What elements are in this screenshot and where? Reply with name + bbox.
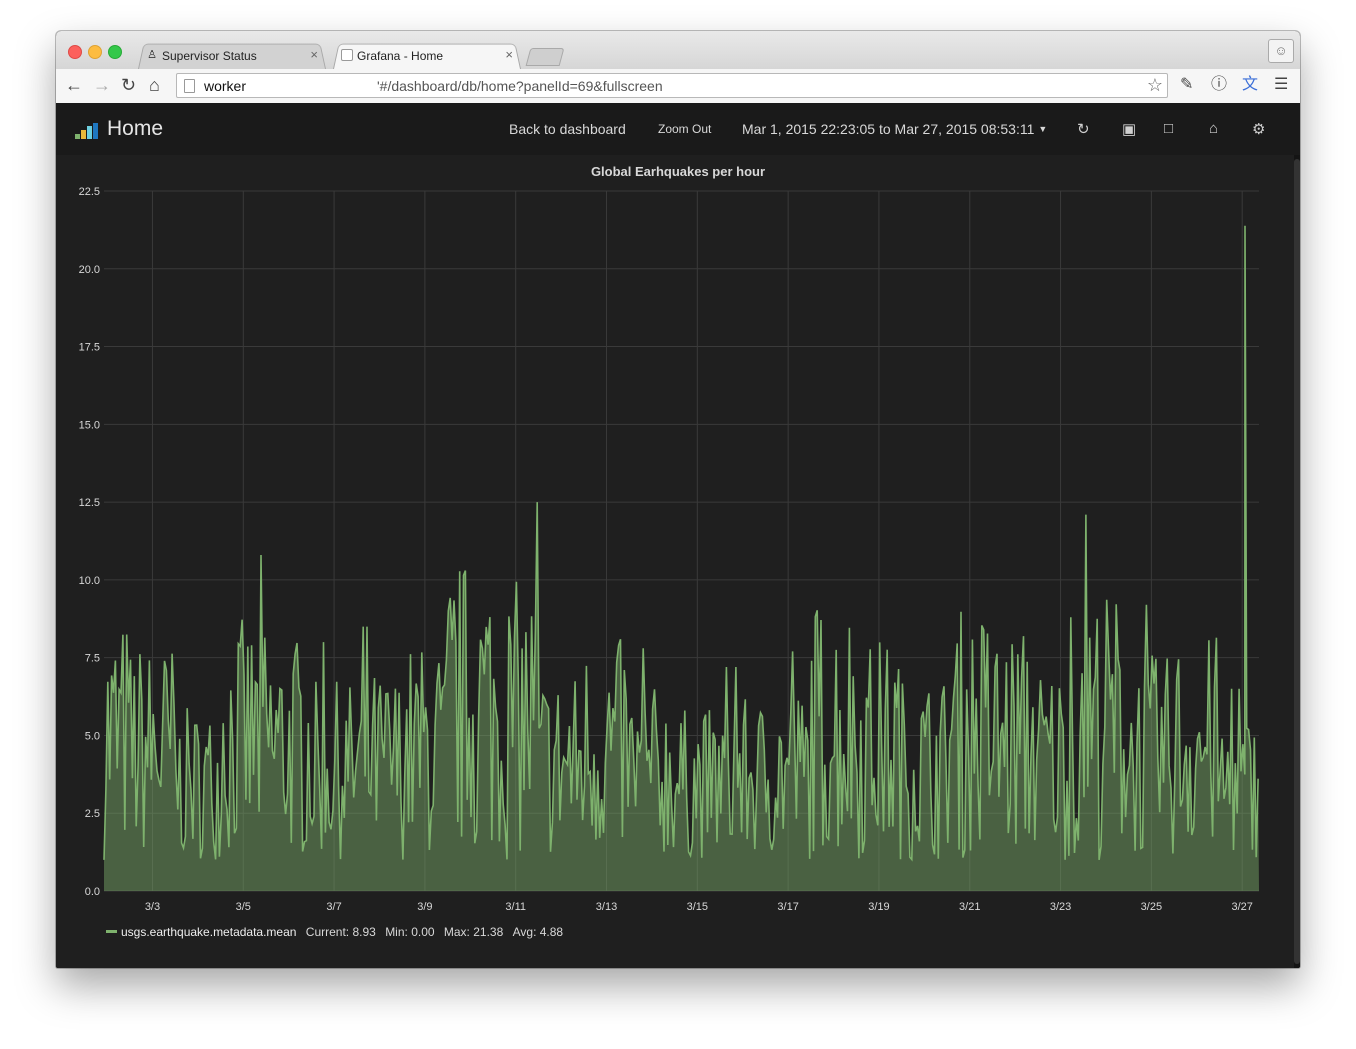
worker-favicon-icon: ♙ (147, 49, 157, 61)
menu-icon[interactable]: ☰ (1274, 75, 1288, 95)
home-icon[interactable]: ⌂ (149, 75, 160, 95)
y-tick-label: 2.5 (85, 808, 100, 820)
x-tick-label: 3/5 (236, 901, 251, 913)
eyedropper-extension-icon[interactable]: ✎ (1180, 75, 1193, 95)
y-tick-label: 5.0 (85, 730, 100, 742)
y-tick-label: 7.5 (85, 653, 100, 665)
grafana-navbar: Home Back to dashboard Zoom Out Mar 1, 2… (56, 103, 1300, 156)
close-tab-icon[interactable]: × (310, 47, 318, 62)
x-tick-label: 3/11 (505, 901, 526, 913)
save-icon[interactable]: ▣ (1122, 120, 1136, 138)
close-window-button[interactable] (68, 45, 82, 59)
x-tick-label: 3/3 (145, 901, 160, 913)
x-tick-label: 3/13 (596, 901, 617, 913)
time-range-picker[interactable]: Mar 1, 2015 22:23:05 to Mar 27, 2015 08:… (742, 121, 1047, 137)
zoom-window-button[interactable] (108, 45, 122, 59)
y-tick-label: 20.0 (79, 264, 100, 276)
legend-min: Min: 0.00 (385, 925, 435, 939)
bookmark-star-icon[interactable]: ☆ (1147, 75, 1163, 96)
y-tick-label: 15.0 (79, 419, 100, 431)
x-tick-label: 3/17 (777, 901, 798, 913)
x-tick-label: 3/27 (1231, 901, 1252, 913)
x-tick-label: 3/21 (959, 901, 980, 913)
settings-gear-icon[interactable]: ⚙ (1252, 120, 1265, 138)
y-tick-label: 17.5 (79, 342, 100, 354)
refresh-icon[interactable]: ↻ (1077, 120, 1090, 138)
x-tick-label: 3/7 (326, 901, 341, 913)
grafana-logo-icon[interactable] (75, 119, 103, 139)
page-icon (184, 79, 195, 93)
home-icon[interactable]: ⌂ (1209, 120, 1218, 137)
close-tab-icon[interactable]: × (505, 47, 513, 62)
caret-down-icon: ▼ (1038, 124, 1048, 134)
y-tick-label: 22.5 (79, 186, 100, 198)
profile-icon[interactable]: ☺ (1268, 39, 1294, 63)
legend-max: Max: 21.38 (443, 925, 504, 939)
legend-avg: Avg: 4.88 (512, 925, 564, 939)
new-tab-button[interactable] (525, 48, 565, 66)
panel-scrollbar[interactable] (1294, 155, 1300, 968)
back-to-dashboard-button[interactable]: Back to dashboard (509, 121, 626, 137)
x-tick-label: 3/25 (1141, 901, 1162, 913)
address-bar[interactable]: worker '#/dashboard/db/home?panelId=69&f… (176, 73, 1168, 98)
x-tick-label: 3/9 (417, 901, 432, 913)
graph-panel: Global Earhquakes per hour 0.0 2.5 5.0 7.5 1… (56, 155, 1294, 968)
forward-arrow-icon[interactable]: → (93, 75, 111, 95)
x-tick-label: 3/15 (687, 901, 708, 913)
series-color-swatch[interactable] (106, 930, 117, 933)
url-path: '#/dashboard/db/home?panelId=69&fullscre… (377, 78, 663, 94)
zoom-out-button[interactable]: Zoom Out (658, 122, 711, 136)
back-arrow-icon[interactable]: ← (65, 75, 83, 95)
earthquake-chart[interactable]: 0.0 2.5 5.0 7.5 10.0 12.5 15.0 17.5 20.0 22.5 3/3 3… (56, 155, 1294, 935)
legend-current: Current: 8.93 (305, 925, 376, 939)
y-tick-label: 10.0 (79, 575, 100, 587)
browser-toolbar: ← → ↻ ⌂ worker '#/dashboard/db/home?pane… (56, 69, 1300, 104)
open-folder-icon[interactable]: □ (1164, 120, 1173, 137)
browser-window: ♙ Supervisor Status × Grafana - Home × ☺… (56, 31, 1300, 968)
dashboard-title[interactable]: Home (107, 117, 163, 141)
tab-title: Grafana - Home (357, 49, 444, 63)
x-tick-label: 3/19 (868, 901, 889, 913)
info-extension-icon[interactable]: ⓘ (1211, 75, 1227, 95)
url-host: worker (204, 78, 247, 94)
minimize-window-button[interactable] (88, 45, 102, 59)
tab-grafana-home[interactable]: Grafana - Home × (333, 42, 521, 69)
translate-extension-icon[interactable]: 文 (1242, 75, 1258, 95)
time-range-label: Mar 1, 2015 22:23:05 to Mar 27, 2015 08:… (742, 121, 1035, 137)
reload-icon[interactable]: ↻ (121, 75, 136, 95)
y-tick-label: 0.0 (85, 886, 100, 898)
apple-favicon-icon (341, 49, 353, 61)
graph-legend: usgs.earthquake.metadata.mean Current: 8… (106, 925, 563, 939)
tab-supervisor-status[interactable]: ♙ Supervisor Status × (138, 42, 326, 69)
tab-title: Supervisor Status (162, 49, 257, 63)
legend-series-name[interactable]: usgs.earthquake.metadata.mean (121, 925, 296, 939)
y-tick-label: 12.5 (79, 497, 100, 509)
x-tick-label: 3/23 (1050, 901, 1071, 913)
tab-strip: ♙ Supervisor Status × Grafana - Home × ☺ (56, 31, 1300, 69)
